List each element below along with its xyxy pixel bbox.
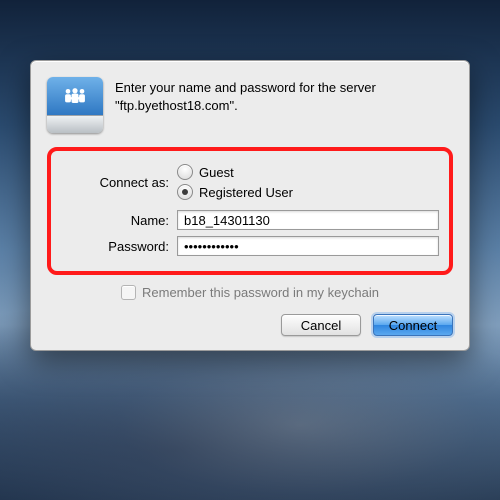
desktop-background: Enter your name and password for the ser… bbox=[0, 0, 500, 500]
password-field[interactable] bbox=[177, 236, 439, 256]
name-row: Name: bbox=[57, 210, 439, 230]
radio-icon bbox=[177, 164, 193, 180]
auth-dialog: Enter your name and password for the ser… bbox=[30, 60, 470, 351]
file-sharing-people-icon bbox=[47, 77, 103, 133]
radio-icon bbox=[177, 184, 193, 200]
remember-keychain[interactable]: Remember this password in my keychain bbox=[121, 285, 453, 300]
connect-as-row: Connect as: Guest Registered User bbox=[57, 164, 439, 200]
dialog-buttons: Cancel Connect bbox=[47, 314, 453, 336]
annotation-highlight: Connect as: Guest Registered User Name: bbox=[47, 147, 453, 275]
name-field[interactable] bbox=[177, 210, 439, 230]
prompt-text: Enter your name and password for the ser… bbox=[115, 77, 453, 114]
radio-guest-label: Guest bbox=[199, 165, 234, 180]
checkbox-icon bbox=[121, 285, 136, 300]
password-row: Password: bbox=[57, 236, 439, 256]
radio-registered-label: Registered User bbox=[199, 185, 293, 200]
connect-as-label: Connect as: bbox=[57, 175, 177, 190]
cancel-button[interactable]: Cancel bbox=[281, 314, 361, 336]
password-label: Password: bbox=[57, 239, 177, 254]
radio-guest[interactable]: Guest bbox=[177, 164, 293, 180]
connect-button[interactable]: Connect bbox=[373, 314, 453, 336]
radio-registered-user[interactable]: Registered User bbox=[177, 184, 293, 200]
dialog-header: Enter your name and password for the ser… bbox=[47, 77, 453, 133]
remember-label: Remember this password in my keychain bbox=[142, 285, 379, 300]
name-label: Name: bbox=[57, 213, 177, 228]
